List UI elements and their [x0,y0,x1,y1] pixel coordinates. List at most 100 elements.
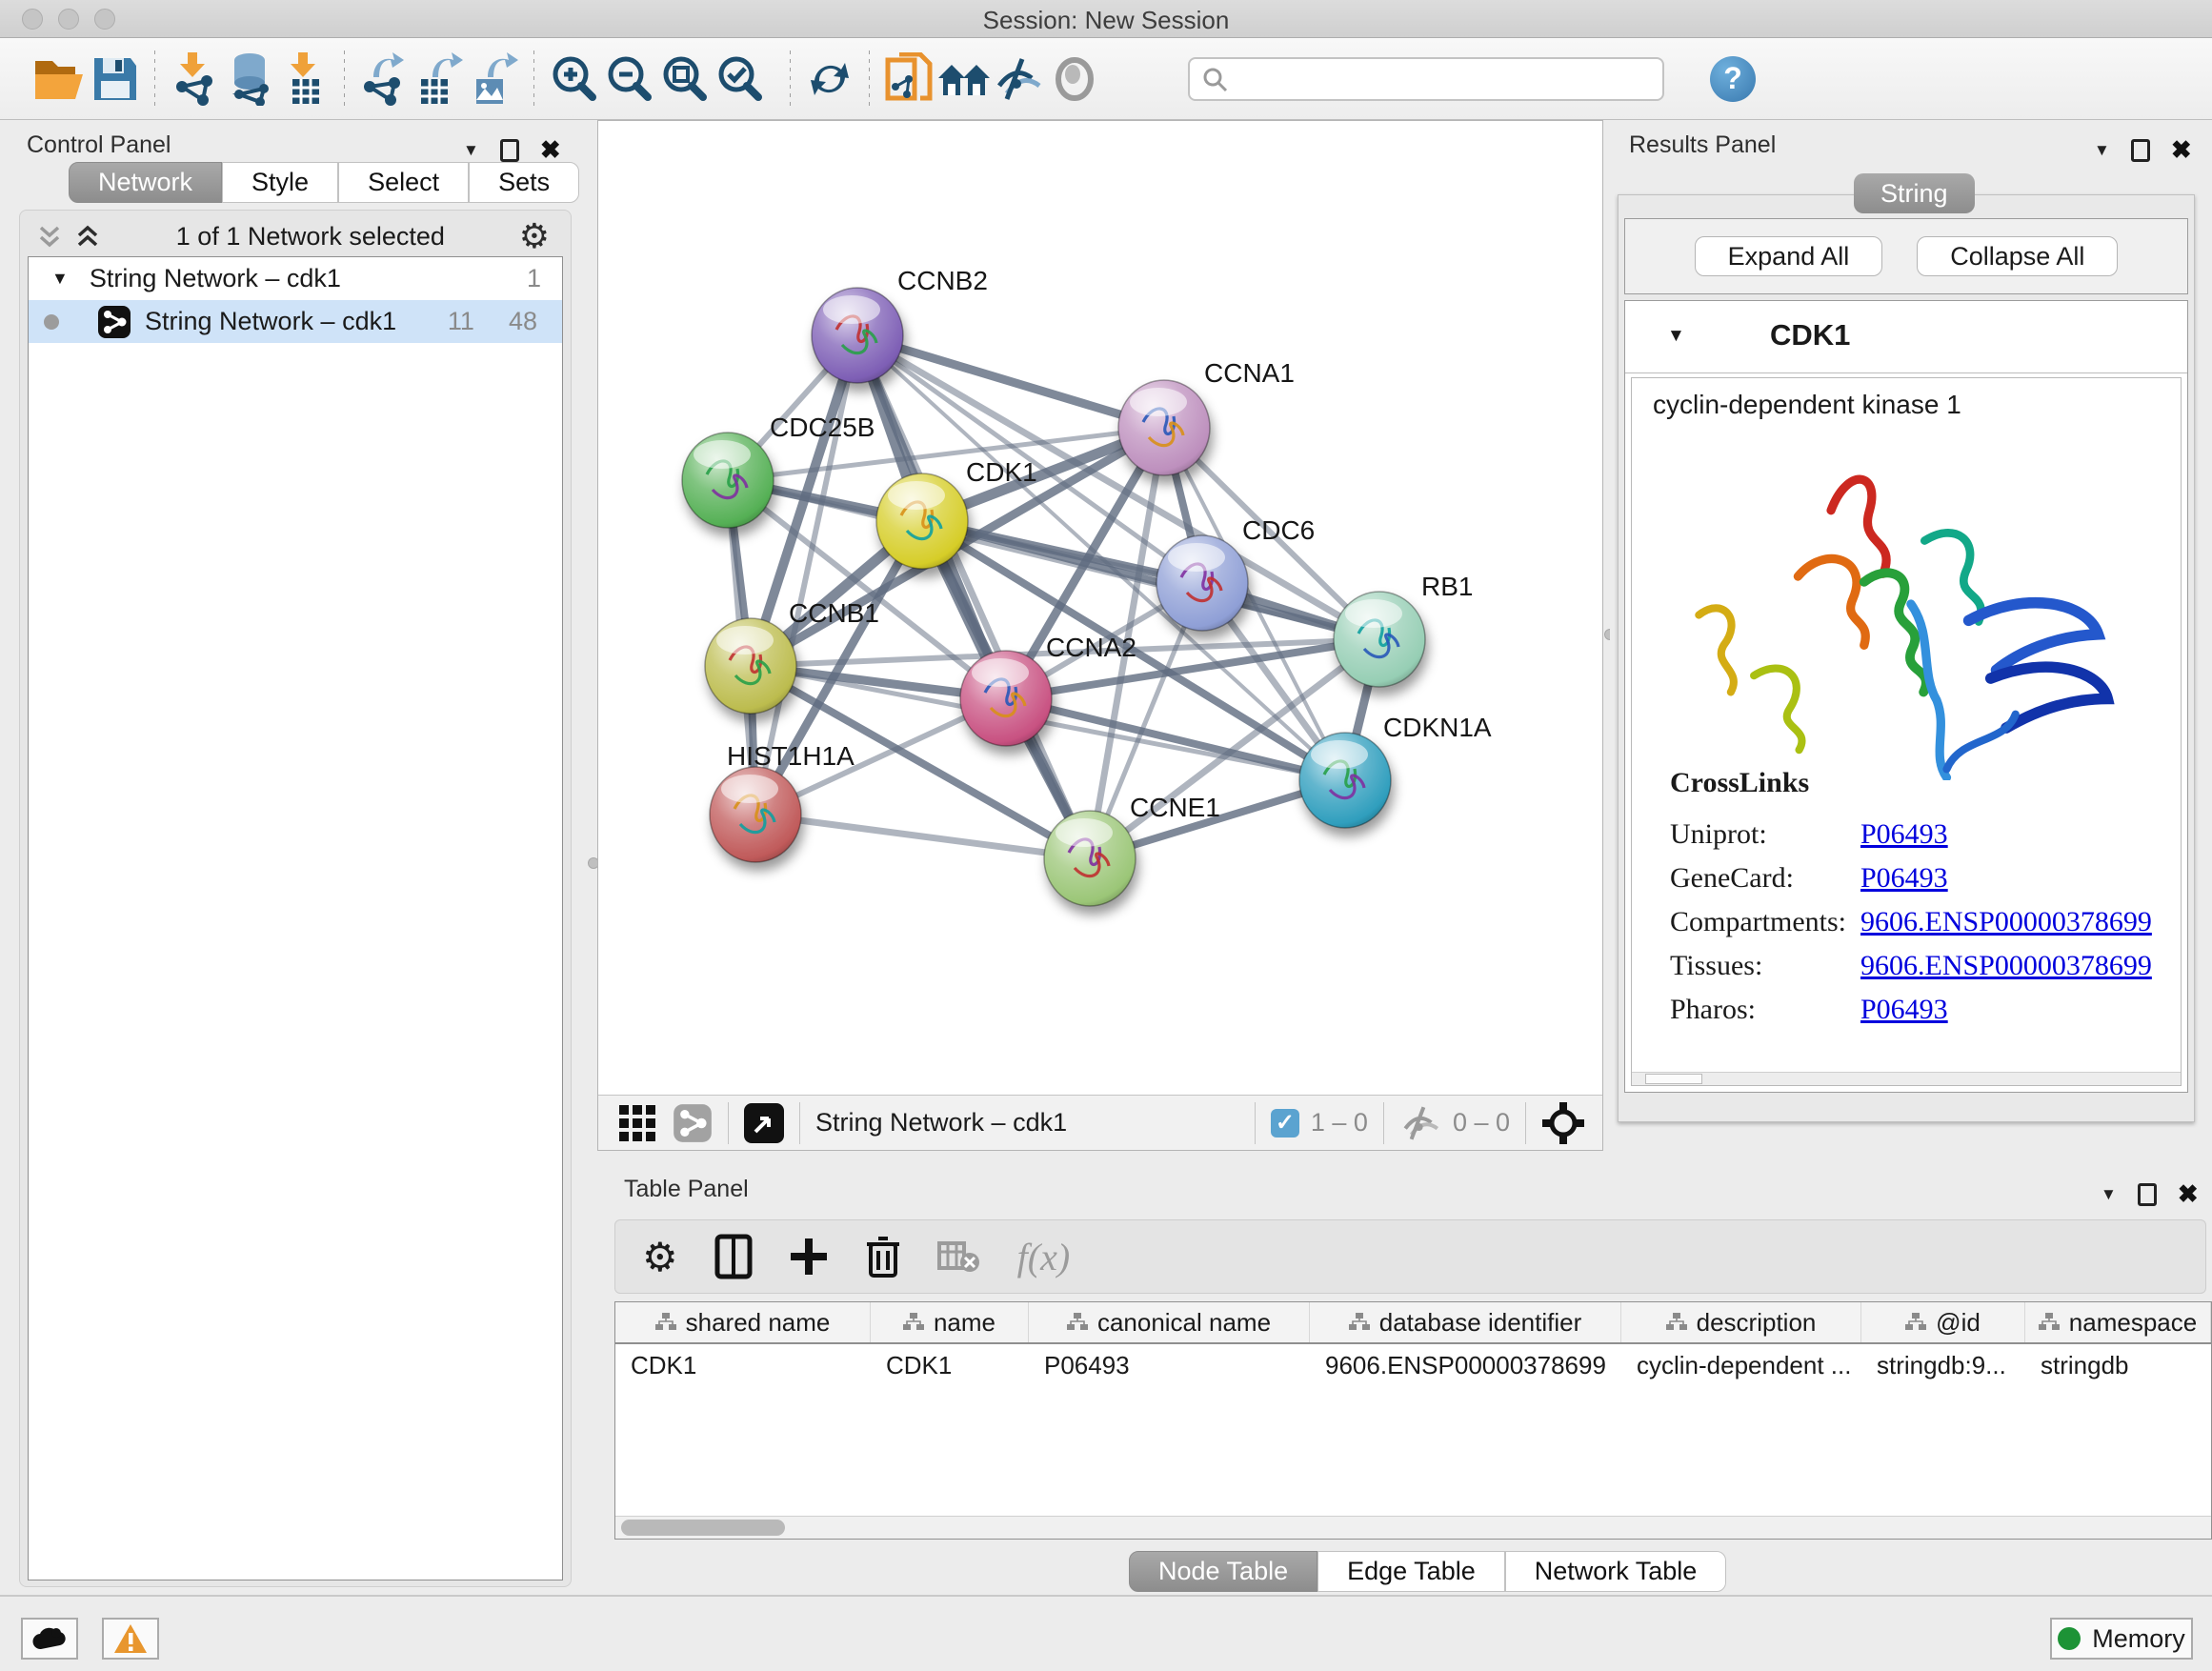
show-hide-icon[interactable] [992,51,1047,107]
column-header-namespace[interactable]: namespace [2025,1302,2211,1342]
float-panel-icon[interactable] [500,139,519,162]
column-header-description[interactable]: description [1621,1302,1861,1342]
tree-expander-icon[interactable]: ▼ [51,269,69,289]
export-image-icon[interactable] [467,51,522,107]
crosslink-value-link[interactable]: P06493 [1860,994,1948,1026]
show-columns-icon[interactable] [714,1234,753,1279]
node-hist1h1a[interactable]: HIST1H1A [710,741,855,862]
close-panel-icon[interactable]: ✖ [2171,135,2192,165]
node-ccnb1[interactable]: CCNB1 [705,598,879,714]
import-database-icon[interactable] [222,51,277,107]
memory-label: Memory [2092,1624,2185,1654]
expand-all-button[interactable]: Expand All [1695,236,1883,276]
column-label: shared name [686,1308,831,1338]
close-panel-icon[interactable]: ✖ [2178,1179,2199,1209]
network-view-icon[interactable] [673,1103,713,1143]
column-header-shared-name[interactable]: shared name [615,1302,871,1342]
network-current-dot [44,314,59,330]
float-panel-icon[interactable] [2131,139,2150,162]
network-view[interactable]: CCNB2CCNA1CDC25BCDK1CDC6RB1CCNB1CCNA2CDK… [597,120,1603,1151]
collapse-all-button[interactable]: Collapse All [1917,236,2118,276]
import-table-icon[interactable] [277,51,332,107]
toolbar-separator [790,50,791,108]
network-row[interactable]: String Network – cdk1 11 48 [29,300,562,343]
zoom-out-icon[interactable] [601,51,656,107]
global-search-input[interactable] [1188,57,1664,101]
export-table-icon[interactable] [412,51,467,107]
collection-count: 1 [527,264,541,293]
selected-checkbox-icon[interactable]: ✓ [1271,1109,1299,1137]
crosslink-value-link[interactable]: 9606.ENSP00000378699 [1860,950,2152,982]
zoom-fit-icon[interactable] [656,51,712,107]
crosslink-value-link[interactable]: P06493 [1860,818,1948,851]
refresh-icon[interactable] [802,51,857,107]
hidden-eye-icon[interactable] [1399,1104,1443,1142]
create-column-icon[interactable] [789,1237,829,1277]
memory-button[interactable]: Memory [2050,1618,2193,1660]
column-header-name[interactable]: name [871,1302,1029,1342]
warning-status-button[interactable] [102,1618,159,1660]
network-collection-row[interactable]: ▼ String Network – cdk1 1 [29,257,562,300]
clipboard-share-icon[interactable] [881,51,936,107]
table-panel-header-icons: ▼ ✖ [2101,1179,2199,1209]
clear-table-icon[interactable] [937,1239,981,1274]
column-sort-icon [1349,1313,1370,1332]
delete-column-icon[interactable] [865,1235,901,1278]
help-button[interactable]: ? [1710,56,1756,102]
export-network-icon[interactable] [356,51,412,107]
tab-select[interactable]: Select [338,162,469,203]
collapse-all-icon[interactable] [35,222,64,251]
tab-network-table[interactable]: Network Table [1505,1551,1727,1592]
grid-view-icon[interactable] [617,1103,657,1143]
scrollbar-thumb[interactable] [1645,1074,1702,1084]
zoom-in-icon[interactable] [546,51,601,107]
table-horizontal-scrollbar[interactable] [615,1516,2211,1539]
toolbar-separator [869,50,870,108]
tab-network[interactable]: Network [69,162,222,203]
node-label: CCNA1 [1204,358,1295,388]
cloud-status-button[interactable] [21,1618,78,1660]
node-ccna1[interactable]: CCNA1 [1118,358,1295,475]
zoom-selected-icon[interactable] [712,51,767,107]
crosslinks-title: CrossLinks [1670,767,2152,813]
selected-node-edge-counts: 1 – 0 [1311,1108,1368,1137]
import-network-icon[interactable] [167,51,222,107]
eye-icon[interactable] [1047,51,1102,107]
gear-icon[interactable]: ⚙ [519,216,550,256]
open-session-icon[interactable] [32,51,88,107]
collapse-panel-icon[interactable]: ▼ [2094,141,2110,160]
tab-style[interactable]: Style [222,162,338,203]
gene-section-header[interactable]: ▼ CDK1 [1625,301,2187,373]
tab-sets[interactable]: Sets [469,162,579,203]
column-header-canonical-name[interactable]: canonical name [1029,1302,1310,1342]
column-label: description [1697,1308,1817,1338]
section-expander-icon[interactable]: ▼ [1667,326,1685,347]
node-table[interactable]: shared name namecanonical namedatabase id… [614,1301,2212,1540]
save-session-icon[interactable] [88,51,143,107]
table-settings-gear-icon[interactable]: ⚙ [642,1234,678,1280]
crosslink-value-link[interactable]: 9606.ENSP00000378699 [1860,906,2152,938]
collapse-panel-icon[interactable]: ▼ [2101,1185,2117,1204]
tab-edge-table[interactable]: Edge Table [1317,1551,1505,1592]
birdseye-view-icon[interactable] [744,1103,784,1143]
expand-all-icon[interactable] [73,222,102,251]
network-selection-bar: 1 of 1 Network selected ⚙ [28,216,563,256]
tab-string[interactable]: String [1854,173,1975,213]
fit-selected-icon[interactable] [1541,1101,1585,1145]
function-builder-icon[interactable]: f(x) [1017,1235,1071,1279]
node-cdkn1a[interactable]: CDKN1A [1299,713,1492,828]
node-rb1[interactable]: RB1 [1334,572,1473,687]
gene-horizontal-scrollbar[interactable] [1632,1072,2182,1085]
column-header--id[interactable]: @id [1861,1302,2025,1342]
tab-node-table[interactable]: Node Table [1129,1551,1317,1592]
crosslink-value-link[interactable]: P06493 [1860,862,1948,895]
network-graph[interactable]: CCNB2CCNA1CDC25BCDK1CDC6RB1CCNB1CCNA2CDK… [598,121,1602,1095]
table-panel-title: Table Panel [624,1176,749,1203]
float-panel-icon[interactable] [2138,1183,2157,1206]
collapse-panel-icon[interactable]: ▼ [463,141,479,160]
home-icon[interactable] [936,51,992,107]
scrollbar-thumb[interactable] [621,1520,785,1536]
table-row[interactable]: CDK1CDK1P064939606.ENSP00000378699cyclin… [615,1344,2211,1386]
column-header-database-identifier[interactable]: database identifier [1310,1302,1621,1342]
close-panel-icon[interactable]: ✖ [540,135,561,165]
